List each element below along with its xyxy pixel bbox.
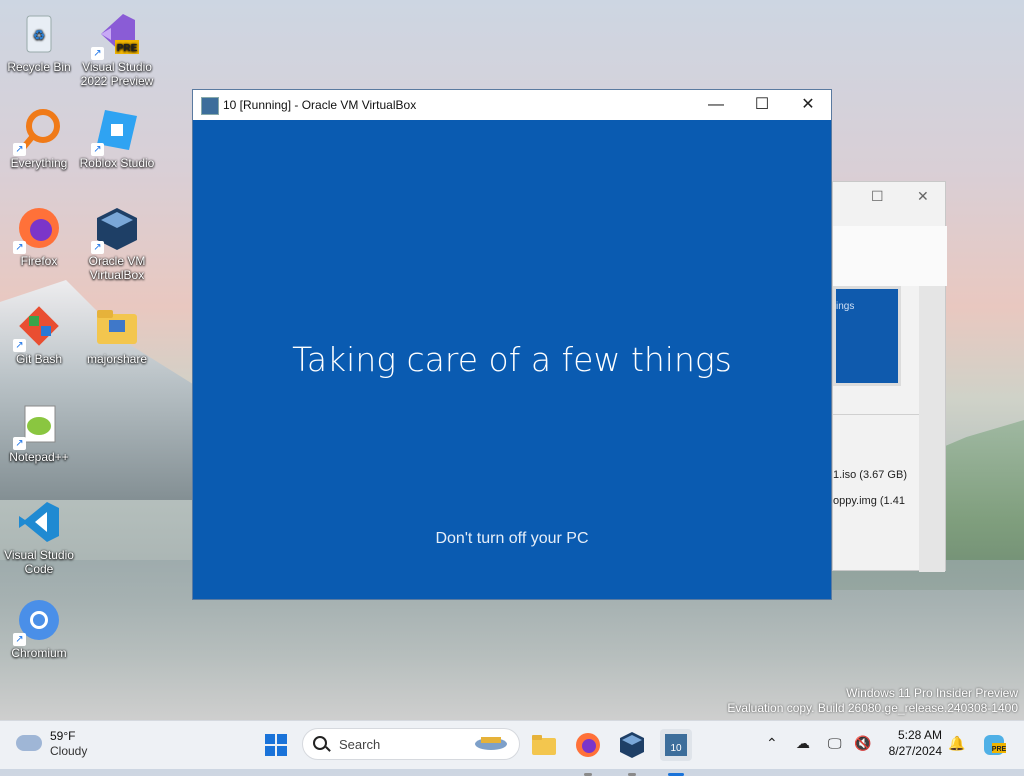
setup-heading: Taking care of a few things: [292, 340, 732, 379]
taskbar-file-explorer[interactable]: [528, 729, 560, 761]
virtualbox-vm-icon: 10: [665, 734, 687, 756]
storage-floppy-entry: oppy.img (1.41: [833, 495, 905, 507]
desktop-icon-recycle-bin[interactable]: ♻ Recycle Bin: [0, 10, 78, 74]
divider: [833, 414, 919, 415]
vm-preview-thumbnail: ings: [833, 286, 901, 386]
taskbar-vm-window[interactable]: 10: [660, 729, 692, 776]
search-icon: [313, 736, 327, 750]
taskbar-search-box[interactable]: Search: [302, 728, 520, 760]
copilot-button[interactable]: PRE: [978, 729, 1010, 761]
roblox-studio-icon: ↗: [91, 106, 141, 156]
storage-iso-entry: 1.iso (3.67 GB): [833, 469, 907, 481]
virtualbox-icon: ↗: [91, 204, 141, 254]
desktop-icon-label: majorshare: [86, 352, 148, 366]
cloud-icon: [16, 735, 42, 751]
copilot-icon: PRE: [984, 735, 1007, 755]
visual-studio-preview-icon: PRE ↗: [91, 10, 141, 60]
details-panel: [833, 226, 947, 286]
watermark-line1: Windows 11 Pro Insider Preview: [846, 686, 1018, 700]
desktop-icon-notepad-plus-plus[interactable]: ↗ Notepad++: [0, 400, 78, 464]
weather-condition: Cloudy: [50, 744, 88, 758]
taskbar-virtualbox[interactable]: [616, 729, 648, 776]
shortcut-arrow-icon: ↗: [91, 47, 104, 60]
recycle-bin-icon: ♻: [15, 10, 63, 58]
shortcut-arrow-icon: ↗: [13, 437, 26, 450]
desktop-icon-label: Visual Studio 2022 Preview: [80, 60, 154, 88]
vscode-icon: [15, 498, 63, 546]
desktop-icon-label: Everything: [10, 156, 68, 170]
maximize-button[interactable]: ☐: [871, 188, 884, 205]
windows-watermark: Windows 11 Pro Insider Preview Evaluatio…: [727, 686, 1018, 716]
svg-text:PRE: PRE: [117, 43, 138, 54]
vm-title-bar[interactable]: 10 [Running] - Oracle VM VirtualBox — ☐ …: [193, 90, 831, 120]
virtualbox-vm-icon: [201, 97, 219, 115]
preview-text: ings: [836, 301, 855, 312]
notification-bell-icon[interactable]: 🔔: [948, 735, 965, 752]
desktop-icon-vscode[interactable]: Visual Studio Code: [0, 498, 78, 576]
desktop-icon-everything[interactable]: ↗ Everything: [0, 106, 78, 170]
vm-window-title: 10 [Running] - Oracle VM VirtualBox: [223, 98, 417, 112]
network-icon[interactable]: 🖵: [828, 735, 842, 752]
clock-date: 8/27/2024: [888, 744, 942, 758]
vm-window[interactable]: 10 [Running] - Oracle VM VirtualBox — ☐ …: [192, 89, 832, 600]
desktop-icon-virtualbox[interactable]: ↗ Oracle VM VirtualBox: [78, 204, 156, 282]
virtualbox-manager-window[interactable]: ☐ ✕ ings 1.iso (3.67 GB) oppy.img (1.41: [832, 181, 947, 572]
firefox-icon: ↗: [13, 204, 63, 254]
desktop-icon-firefox[interactable]: ↗ Firefox: [0, 204, 78, 268]
desktop-icon-roblox-studio[interactable]: ↗ Roblox Studio: [78, 106, 156, 170]
taskbar-firefox[interactable]: [572, 729, 604, 776]
desktop-icon-chromium[interactable]: ↗ Chromium: [0, 596, 78, 660]
desktop-icon-label: Firefox: [20, 254, 58, 268]
svg-text:PRE: PRE: [992, 746, 1007, 753]
maximize-button[interactable]: ☐: [739, 90, 785, 120]
desktop-icon-visual-studio-preview[interactable]: PRE ↗ Visual Studio 2022 Preview: [78, 10, 156, 88]
weather-temperature: 59°F: [50, 729, 76, 743]
search-placeholder: Search: [339, 737, 381, 752]
onedrive-cloud-offline-icon[interactable]: ☁: [796, 735, 810, 752]
shortcut-arrow-icon: ↗: [13, 633, 26, 646]
close-button[interactable]: ✕: [917, 188, 929, 205]
show-hidden-icons-chevron-up-icon[interactable]: ⌃: [766, 735, 778, 752]
svg-text:10: 10: [670, 743, 682, 754]
volume-muted-icon[interactable]: 🔇: [854, 735, 871, 752]
desktop-icon-label: Git Bash: [15, 352, 63, 366]
virtualbox-icon: [620, 732, 644, 758]
desktop-icon-label: Visual Studio Code: [4, 548, 74, 576]
shortcut-arrow-icon: ↗: [13, 241, 26, 254]
chromium-icon: ↗: [13, 596, 63, 646]
firefox-icon: [576, 733, 600, 757]
system-clock[interactable]: 5:28 AM 8/27/2024: [884, 727, 942, 759]
shortcut-arrow-icon: ↗: [13, 339, 26, 352]
file-explorer-icon: [532, 735, 556, 755]
windows-logo-icon: [265, 734, 287, 756]
setup-subtext: Don't turn off your PC: [435, 530, 589, 547]
start-button[interactable]: [260, 729, 292, 761]
scrollbar[interactable]: [919, 286, 945, 572]
desktop-icon-label: Recycle Bin: [7, 60, 71, 74]
everything-search-icon: ↗: [13, 106, 63, 156]
search-highlight-icon: [475, 737, 507, 750]
desktop-icon-label: Chromium: [11, 646, 67, 660]
watermark-line2: Evaluation copy. Build 26080.ge_release.…: [727, 701, 1018, 715]
svg-text:♻: ♻: [33, 27, 46, 43]
shortcut-arrow-icon: ↗: [13, 143, 26, 156]
desktop-icon-git-bash[interactable]: ↗ Git Bash: [0, 302, 78, 366]
folder-icon: [93, 302, 141, 350]
desktop-icon-majorshare[interactable]: majorshare: [78, 302, 156, 366]
close-button[interactable]: ✕: [785, 90, 831, 120]
clock-time: 5:28 AM: [897, 728, 942, 742]
desktop-icon-label: Notepad++: [9, 450, 69, 464]
shortcut-arrow-icon: ↗: [91, 143, 104, 156]
minimize-button[interactable]: —: [693, 90, 739, 120]
desktop-icon-label: Roblox Studio: [79, 156, 155, 170]
git-bash-icon: ↗: [13, 302, 63, 352]
taskbar: 59°F Cloudy Search 10 ⌃ ☁ 🖵 🔇 5:28 AM 8/…: [0, 720, 1024, 776]
desktop-icon-label: Oracle VM VirtualBox: [88, 254, 146, 282]
shortcut-arrow-icon: ↗: [91, 241, 104, 254]
notepad-plus-plus-icon: ↗: [13, 400, 63, 450]
